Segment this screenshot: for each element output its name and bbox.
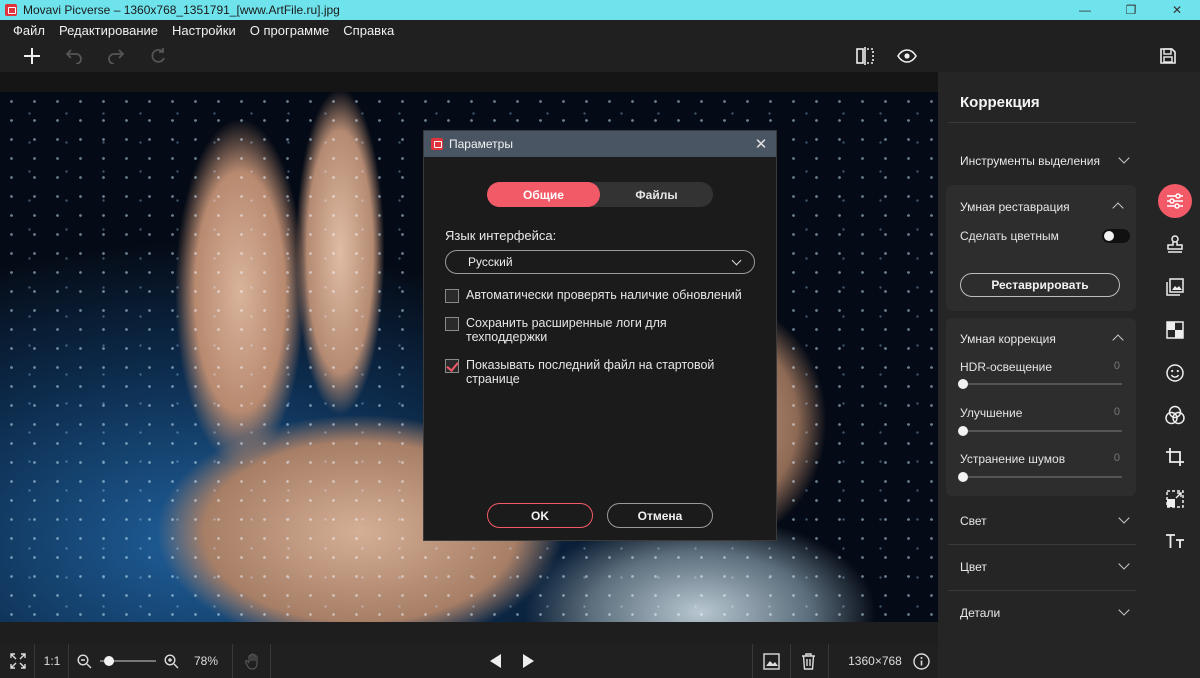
option-auto-update-label: Автоматически проверять наличие обновлен…	[466, 288, 742, 302]
slider-track-denoise[interactable]	[960, 476, 1122, 478]
cancel-button[interactable]: Отмена	[607, 503, 713, 528]
stamp-icon[interactable]	[1158, 227, 1192, 261]
smart-restore-card: Умная реставрация Сделать цветным Рестав…	[946, 185, 1136, 311]
checkbox-auto-update[interactable]	[445, 289, 459, 303]
option-extended-logs[interactable]: Сохранить расширенные логи для техподдер…	[445, 316, 686, 344]
option-show-last-file-label: Показывать последний файл на стартовой с…	[466, 358, 715, 386]
chevron-down-icon	[1118, 152, 1130, 164]
menu-file[interactable]: Файл	[6, 23, 52, 38]
actual-size-button[interactable]: 1:1	[38, 644, 66, 678]
tab-files[interactable]: Файлы	[600, 182, 713, 207]
open-image-icon[interactable]	[758, 644, 784, 678]
checkbox-extended-logs[interactable]	[445, 317, 459, 331]
chevron-up-icon	[1112, 202, 1124, 214]
panel-title: Коррекция	[960, 94, 1040, 111]
image-replace-icon[interactable]	[1158, 270, 1192, 304]
tab-general[interactable]: Общие	[487, 182, 600, 207]
slider-track-hdr[interactable]	[960, 383, 1122, 385]
compare-icon[interactable]	[850, 40, 880, 72]
language-select-value: Русский	[468, 255, 513, 269]
slider-label-hdr: HDR-освещение	[960, 360, 1052, 374]
window-title: Movavi Picverse – 1360x768_1351791_[www.…	[23, 3, 340, 17]
slider-thumb-enhance[interactable]	[958, 426, 968, 436]
delete-icon[interactable]	[795, 644, 821, 678]
section-details[interactable]: Детали	[960, 604, 1134, 620]
section-smart-restore[interactable]: Умная реставрация	[960, 200, 1128, 214]
menu-settings[interactable]: Настройки	[165, 23, 243, 38]
settings-dialog: Параметры ✕ Общие Файлы Язык интерфейса:…	[423, 130, 777, 541]
preview-eye-icon[interactable]	[892, 40, 922, 72]
zoom-in-icon[interactable]	[161, 644, 181, 678]
next-image-icon[interactable]	[518, 644, 538, 678]
chevron-down-icon	[1118, 558, 1130, 570]
settings-tabs: Общие Файлы	[487, 182, 713, 207]
section-selection-tools[interactable]: Инструменты выделения	[960, 152, 1134, 168]
maximize-button[interactable]: ❐	[1108, 0, 1154, 20]
add-icon[interactable]	[17, 40, 47, 72]
toolbar	[0, 40, 1200, 72]
section-color[interactable]: Цвет	[960, 558, 1134, 574]
dialog-close-icon[interactable]: ✕	[746, 135, 776, 153]
close-window-button[interactable]: ✕	[1154, 0, 1200, 20]
chevron-down-icon	[1118, 512, 1130, 524]
option-show-last-file[interactable]: Показывать последний файл на стартовой с…	[445, 358, 746, 386]
hand-pan-icon[interactable]	[240, 644, 266, 678]
slider-label-enhance: Улучшение	[960, 406, 1023, 420]
checkbox-show-last-file[interactable]	[445, 359, 459, 373]
slider-label-denoise: Устранение шумов	[960, 452, 1066, 466]
chevron-down-icon	[1118, 604, 1130, 616]
previous-image-icon[interactable]	[486, 644, 506, 678]
fit-screen-icon[interactable]	[4, 644, 32, 678]
app-logo-icon	[431, 138, 443, 150]
tools-rail	[1144, 72, 1200, 678]
menu-edit[interactable]: Редактирование	[52, 23, 165, 38]
ok-button[interactable]: OK	[487, 503, 593, 528]
color-circles-icon[interactable]	[1158, 398, 1192, 432]
slider-value-hdr: 0	[1113, 360, 1120, 372]
slider-value-denoise: 0	[1113, 452, 1120, 464]
image-size-label: 1360×768	[848, 654, 902, 668]
language-select[interactable]: Русский	[445, 250, 755, 274]
section-light[interactable]: Свет	[960, 512, 1134, 528]
language-label: Язык интерфейса:	[445, 228, 557, 243]
colorize-label: Сделать цветным	[960, 229, 1059, 243]
chevron-up-icon	[1112, 334, 1124, 346]
colorize-toggle[interactable]	[1102, 229, 1130, 243]
option-extended-logs-label: Сохранить расширенные логи для техподдер…	[466, 316, 667, 344]
zoom-out-icon[interactable]	[74, 644, 94, 678]
checker-icon[interactable]	[1158, 313, 1192, 347]
smart-correction-card: Умная коррекция HDR-освещение 0 Улучшени…	[946, 318, 1136, 496]
info-icon[interactable]	[910, 644, 932, 678]
crop-icon[interactable]	[1158, 440, 1192, 474]
window-titlebar: Movavi Picverse – 1360x768_1351791_[www.…	[0, 0, 1200, 20]
slider-thumb-denoise[interactable]	[958, 472, 968, 482]
menu-about[interactable]: О программе	[243, 23, 337, 38]
redo-icon[interactable]	[101, 40, 131, 72]
undo-icon[interactable]	[59, 40, 89, 72]
face-icon[interactable]	[1158, 356, 1192, 390]
zoom-slider-thumb[interactable]	[104, 656, 114, 666]
resize-icon[interactable]	[1158, 482, 1192, 516]
slider-value-enhance: 0	[1113, 406, 1120, 418]
adjust-sliders-icon[interactable]	[1158, 184, 1192, 218]
save-icon[interactable]	[1153, 40, 1183, 72]
correction-panel: Коррекция Инструменты выделения Умная ре…	[938, 72, 1144, 678]
option-auto-update[interactable]: Автоматически проверять наличие обновлен…	[445, 288, 761, 303]
minimize-button[interactable]: —	[1062, 0, 1108, 20]
restore-button[interactable]: Реставрировать	[960, 273, 1120, 297]
section-smart-correction[interactable]: Умная коррекция	[960, 332, 1128, 346]
bottom-bar: 1:1 78% 1360×768	[0, 644, 938, 678]
text-icon[interactable]	[1158, 524, 1192, 558]
slider-track-enhance[interactable]	[960, 430, 1122, 432]
menu-help[interactable]: Справка	[336, 23, 401, 38]
slider-thumb-hdr[interactable]	[958, 379, 968, 389]
chevron-down-icon	[731, 255, 742, 266]
zoom-level: 78%	[193, 654, 219, 668]
reset-icon[interactable]	[143, 40, 173, 72]
app-logo-icon	[5, 4, 17, 16]
dialog-title: Параметры	[449, 137, 513, 151]
dialog-titlebar: Параметры ✕	[424, 131, 776, 157]
menu-bar: Файл Редактирование Настройки О программ…	[0, 20, 1200, 40]
